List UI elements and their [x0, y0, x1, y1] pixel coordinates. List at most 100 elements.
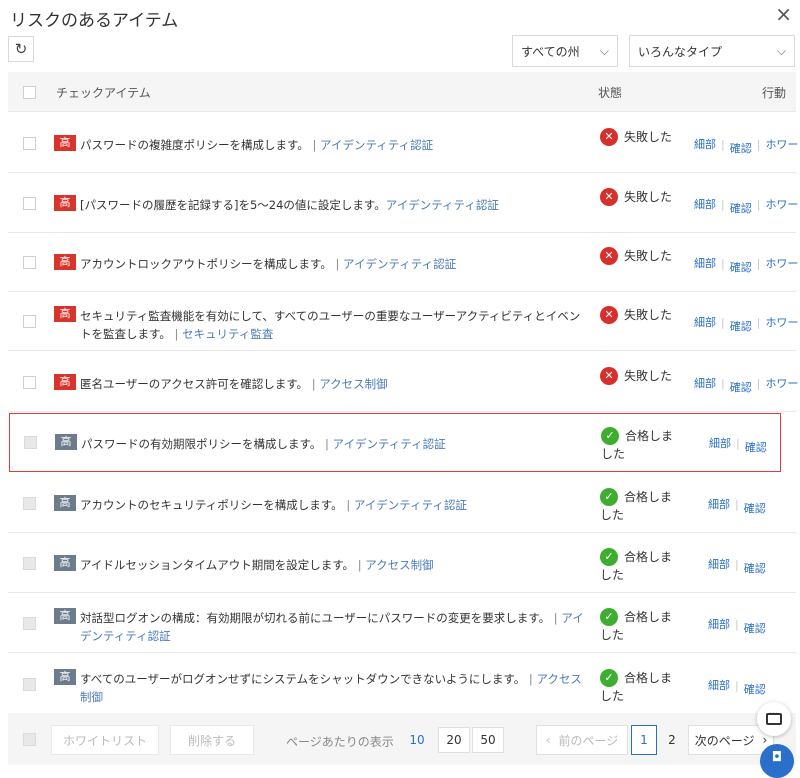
confirm-link[interactable]: 確認	[730, 381, 752, 394]
row-actions: 細部 | 確認	[708, 616, 766, 635]
detail-link[interactable]: 細部	[694, 138, 716, 151]
table-row: 高アカウントロックアウトポリシーを構成します。 | アイデンティティ認証 ✕ 失敗し…	[8, 233, 798, 292]
separator: |	[525, 672, 537, 686]
action-divider: |	[721, 138, 725, 151]
confirm-link[interactable]: 確認	[744, 502, 766, 515]
fail-icon: ✕	[600, 128, 618, 146]
detail-link[interactable]: 細部	[709, 437, 731, 450]
column-header-status: 状態	[598, 86, 623, 100]
detail-link[interactable]: 細部	[694, 257, 716, 270]
prev-page-label: 前のページ	[558, 733, 619, 748]
detail-link[interactable]: 細部	[708, 558, 730, 571]
footer-select-all-checkbox[interactable]	[23, 733, 36, 746]
detail-link[interactable]: 細部	[708, 498, 730, 511]
row-checkbox[interactable]	[23, 557, 36, 570]
whitelist-link[interactable]: ホワー	[765, 198, 798, 211]
row-checkbox[interactable]	[23, 376, 36, 389]
action-divider: |	[756, 377, 761, 390]
separator: |	[342, 498, 354, 512]
row-actions: 細部 | 確認	[708, 556, 766, 575]
severity-badge: 高	[54, 195, 76, 211]
prev-page-button[interactable]: ‹ 前のページ	[536, 725, 628, 755]
delete-button[interactable]: 削除する	[170, 725, 254, 755]
category-link[interactable]: アイデンティティ認証	[320, 138, 433, 152]
detail-link[interactable]: 細部	[694, 198, 716, 211]
category-link[interactable]: アイデンティティ認証	[354, 498, 467, 512]
action-divider: |	[735, 618, 739, 631]
table-row: 高匿名ユーザーのアクセス許可を確認します。 | アクセス制御 ✕ 失敗した 細部 | 確認…	[8, 353, 798, 412]
detail-link[interactable]: 細部	[694, 316, 716, 329]
whitelist-button[interactable]: ホワイトリスト	[51, 725, 159, 755]
status-cell: ✓ 合格しました	[601, 427, 681, 463]
severity-badge: 高	[54, 669, 76, 685]
confirm-link[interactable]: 確認	[730, 202, 752, 215]
action-divider: |	[736, 437, 740, 450]
per-page-20[interactable]: 20	[438, 727, 470, 753]
status-cell: ✕ 失敗した	[600, 306, 680, 324]
row-actions: 細部 | 確認 | ホワー	[694, 255, 798, 274]
page-1-button[interactable]: 1	[631, 725, 657, 755]
column-header-check-item: チェックアイテム	[56, 86, 151, 100]
confirm-link[interactable]: 確認	[744, 562, 766, 575]
action-divider: |	[721, 316, 725, 329]
category-link[interactable]: アイデンティティ認証	[343, 257, 456, 271]
status-cell: ✓ 合格しました	[600, 488, 680, 524]
whitelist-link[interactable]: ホワー	[765, 138, 798, 151]
detail-link[interactable]: 細部	[708, 679, 730, 692]
category-link[interactable]: セキュリティ監査	[182, 327, 273, 341]
row-actions: 細部 | 確認 | ホワー	[694, 375, 798, 394]
select-all-checkbox[interactable]	[23, 86, 36, 99]
chat-feedback-button[interactable]	[757, 702, 791, 736]
per-page-10[interactable]: 10	[398, 727, 436, 753]
category-link[interactable]: アイデンティティ認証	[333, 437, 446, 451]
row-checkbox[interactable]	[23, 497, 36, 510]
close-icon[interactable]: ×	[775, 2, 792, 26]
per-page-50[interactable]: 50	[472, 727, 504, 753]
state-filter-select[interactable]: すべての州 ⌵	[512, 35, 618, 67]
fail-icon: ✕	[600, 306, 618, 324]
whitelist-link[interactable]: ホワー	[765, 257, 798, 270]
separator: |	[321, 437, 333, 451]
check-item-text: アカウントのセキュリティポリシーを構成します。 | アイデンティティ認証	[80, 496, 590, 514]
assistant-button[interactable]: ◘	[760, 744, 794, 778]
table-row: 高アイドルセッションタイムアウト期間を設定します。 | アクセス制御 ✓ 合格しまし…	[8, 534, 796, 593]
confirm-link[interactable]: 確認	[730, 261, 752, 274]
fail-icon: ✕	[600, 367, 618, 385]
table-row: 高パスワードの複雑度ポリシーを構成します。 | アイデンティティ認証 ✕ 失敗した細…	[8, 114, 798, 173]
separator: |	[331, 257, 344, 271]
whitelist-link[interactable]: ホワー	[765, 316, 798, 329]
detail-link[interactable]: 細部	[708, 618, 730, 631]
row-checkbox[interactable]	[23, 256, 36, 269]
row-checkbox[interactable]	[23, 678, 36, 691]
row-actions: 細部 | 確認 | ホワー	[694, 136, 798, 155]
confirm-link[interactable]: 確認	[744, 622, 766, 635]
table-row: 高アカウントのセキュリティポリシーを構成します。 | アイデンティティ認証 ✓ 合格…	[8, 474, 796, 533]
category-link[interactable]: アクセス制御	[319, 377, 387, 391]
separator: |	[308, 377, 320, 391]
detail-link[interactable]: 細部	[694, 377, 716, 390]
type-filter-select[interactable]: いろんなタイプ ⌵	[629, 35, 795, 67]
separator: |	[170, 327, 183, 341]
pass-icon: ✓	[600, 608, 618, 626]
confirm-link[interactable]: 確認	[744, 683, 766, 696]
check-item-description: アイドルセッションタイムアウト期間を設定します。	[80, 558, 355, 572]
row-checkbox[interactable]	[23, 197, 36, 210]
page-2-button[interactable]: 2	[659, 725, 685, 755]
row-checkbox[interactable]	[23, 315, 36, 328]
action-divider: |	[735, 679, 739, 692]
severity-badge: 高	[54, 495, 76, 511]
confirm-link[interactable]: 確認	[730, 320, 752, 333]
row-checkbox[interactable]	[24, 436, 37, 449]
confirm-link[interactable]: 確認	[730, 142, 752, 155]
category-link[interactable]: アクセス制御	[365, 558, 433, 572]
confirm-link[interactable]: 確認	[745, 441, 767, 454]
status-text: 失敗した	[624, 369, 673, 383]
row-checkbox[interactable]	[23, 617, 36, 630]
check-item-description: 対話型ログオンの構成：有効期限が切れる前にユーザーにパスワードの変更を要求します…	[80, 611, 551, 625]
table-row: 高すべてのユーザーがログオンせずにシステムをシャットダウンできないようにします。…	[8, 655, 796, 714]
row-checkbox[interactable]	[23, 137, 36, 150]
category-link[interactable]: アイデンティティ認証	[386, 198, 499, 212]
refresh-button[interactable]: ↻	[8, 36, 34, 62]
whitelist-link[interactable]: ホワー	[765, 377, 798, 390]
check-item-description: アカウントロックアウトポリシーを構成します。	[80, 257, 332, 271]
